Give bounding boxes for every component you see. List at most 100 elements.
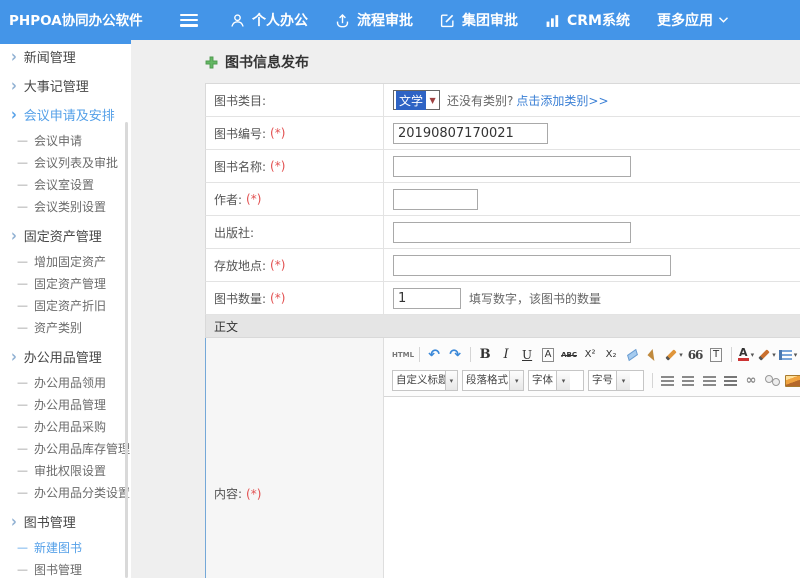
dash-icon: — [17,200,28,213]
sidebar-item-asset-manage[interactable]: — 固定资产管理 [0,272,131,294]
ordered-list-button[interactable]: ▾ [778,345,798,365]
dash-icon: — [17,134,28,147]
align-justify-button[interactable] [720,371,740,391]
select-arrow-icon: ▼ [426,96,439,105]
field-label: 图书编号: (*) [206,117,384,149]
strikethrough-button[interactable]: ABC [559,345,579,365]
page-header: 图书信息发布 [205,52,800,72]
dash-icon: — [17,464,28,477]
sidebar-item-supplies-category[interactable]: — 办公用品分类设置 [0,481,131,503]
sidebar-item-label: 会议申请 [34,132,82,149]
paragraph-format-value: 段落格式 [463,371,509,390]
highlight-color-button[interactable]: ▾ [757,345,777,365]
sidebar-item-asset-add[interactable]: — 增加固定资产 [0,250,131,272]
nav-workflow-approval[interactable]: 流程审批 [335,10,413,30]
caret-down-icon: ▾ [794,351,798,359]
sidebar-item-supplies-claim[interactable]: — 办公用品领用 [0,371,131,393]
redo-button[interactable]: ↷ [445,345,465,365]
dash-icon: — [17,156,28,169]
font-color-button[interactable]: A ▾ [736,345,756,365]
scrawl-button[interactable]: ▾ [664,345,684,365]
sidebar-scrollbar[interactable] [125,122,128,578]
italic-button[interactable]: I [496,345,516,365]
publisher-input[interactable] [393,222,631,243]
align-left-button[interactable] [657,371,677,391]
quantity-input[interactable] [393,288,461,309]
sidebar-item-label: 办公用品领用 [34,374,106,391]
field-cell: 填写数字，该图书的数量 [384,282,800,314]
sidebar-item-label: 会议类别设置 [34,198,106,215]
sidebar-item-meeting-category[interactable]: — 会议类别设置 [0,195,131,217]
sidebar-item-book-new[interactable]: — 新建图书 [0,536,131,558]
nav-personal-office[interactable]: 个人办公 [230,10,308,30]
toolbar-row-2: 自定义标题 ▾ 段落格式 ▾ 字体 ▾ [392,369,800,392]
paste-text-button[interactable]: T [706,345,726,365]
caret-down-icon: ▾ [445,371,457,390]
book-no-label: 图书编号: [214,125,266,142]
custom-title-dropdown[interactable]: 自定义标题 ▾ [392,370,458,391]
location-input[interactable] [393,255,671,276]
eraser-button[interactable] [622,345,642,365]
editor-content-area[interactable] [384,397,800,578]
book-name-input[interactable] [393,156,631,177]
book-no-input[interactable] [393,123,548,144]
category-select[interactable]: 文学 ▼ [393,90,440,110]
unlink-button[interactable] [762,371,782,391]
align-center-button[interactable] [678,371,698,391]
sidebar-item-label: 资产类别 [34,319,82,336]
sidebar-item-asset-mgmt[interactable]: › 固定资产管理 [0,221,131,250]
undo-button[interactable]: ↶ [424,345,444,365]
sidebar-item-supplies-manage[interactable]: — 办公用品管理 [0,393,131,415]
nav-crm-system[interactable]: CRM系统 [545,10,630,30]
sidebar-item-label: 图书管理 [34,561,82,578]
author-input[interactable] [393,189,478,210]
blockquote-button[interactable]: 66 [685,345,705,365]
quantity-label: 图书数量: [214,290,266,307]
sidebar-item-meeting-list[interactable]: — 会议列表及审批 [0,151,131,173]
superscript-button[interactable]: X² [580,345,600,365]
font-size-dropdown[interactable]: 字号 ▾ [588,370,644,391]
nav-group-approval[interactable]: 集团审批 [440,10,518,30]
sidebar-item-label: 新闻管理 [24,47,76,66]
align-center-icon [682,376,694,386]
underline-button[interactable]: U [517,345,537,365]
form-row-author: 作者: (*) [205,183,800,216]
sidebar-item-meeting-request[interactable]: › 会议申请及安排 [0,100,131,129]
dash-icon: — [17,486,28,499]
sidebar-item-book-mgmt[interactable]: › 图书管理 [0,507,131,536]
field-label: 图书名称: (*) [206,150,384,182]
chevron-right-icon: › [11,512,17,531]
sidebar-item-news-mgmt[interactable]: › 新闻管理 [0,42,131,71]
format-brush-button[interactable] [643,345,663,365]
sidebar-item-supplies-inventory[interactable]: — 办公用品库存管理 [0,437,131,459]
nav-more-apps[interactable]: 更多应用 [657,10,735,30]
insert-link-button[interactable]: ∞ [741,371,761,391]
sidebar-item-asset-depreciation[interactable]: — 固定资产折旧 [0,294,131,316]
nav-label: 个人办公 [252,10,308,30]
sidebar-item-label: 新建图书 [34,539,82,556]
sidebar-item-approval-permission[interactable]: — 审批权限设置 [0,459,131,481]
sidebar-item-meeting-apply[interactable]: — 会议申请 [0,129,131,151]
sidebar-item-supplies-purchase[interactable]: — 办公用品采购 [0,415,131,437]
align-right-button[interactable] [699,371,719,391]
insert-image-button[interactable] [783,371,800,391]
font-border-button[interactable]: A [538,345,558,365]
dash-icon: — [17,277,28,290]
sidebar-item-memorabilia-mgmt[interactable]: › 大事记管理 [0,71,131,100]
bold-button[interactable]: B [475,345,495,365]
add-category-link[interactable]: 点击添加类别>> [516,92,608,109]
source-code-button[interactable]: HTML [392,345,414,365]
form-row-content: 内容: (*) HTML ↶ ↷ B I [205,338,800,578]
sidebar-item-meeting-room[interactable]: — 会议室设置 [0,173,131,195]
sidebar-item-asset-category[interactable]: — 资产类别 [0,316,131,338]
paragraph-format-dropdown[interactable]: 段落格式 ▾ [462,370,524,391]
subscript-button[interactable]: X₂ [601,345,621,365]
sidebar-item-book-manage[interactable]: — 图书管理 [0,558,131,578]
sidebar-item-supplies-mgmt[interactable]: › 办公用品管理 [0,342,131,371]
unlink-icon [765,375,780,386]
chevron-right-icon: › [11,76,17,95]
dash-icon: — [17,178,28,191]
toolbar-row-1: HTML ↶ ↷ B I U A ABC X² X₂ [392,343,800,366]
menu-toggle-icon[interactable] [180,14,198,27]
font-family-dropdown[interactable]: 字体 ▾ [528,370,584,391]
